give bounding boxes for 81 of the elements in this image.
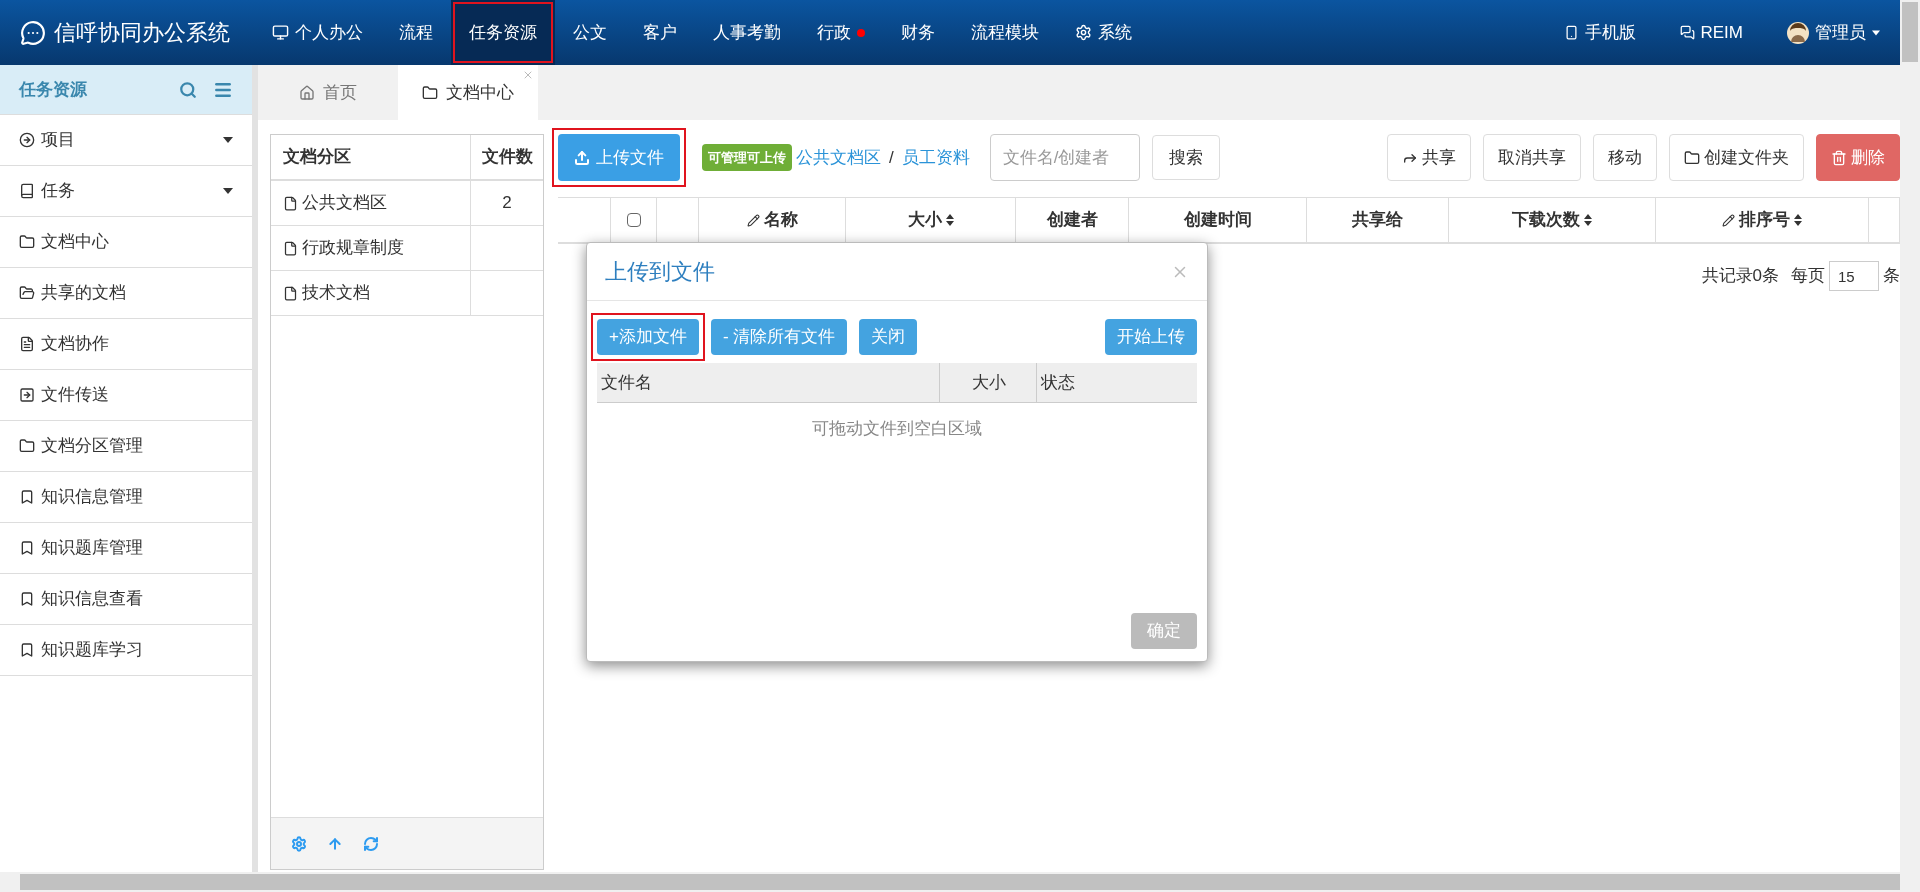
- avatar-icon: [1787, 21, 1809, 44]
- sidebar-title: 任务资源: [19, 78, 88, 101]
- logo-icon: [20, 19, 46, 46]
- search-icon[interactable]: [179, 80, 197, 99]
- column-header[interactable]: 共享给: [1352, 207, 1403, 233]
- arrow-circle-icon: [19, 132, 35, 148]
- nav-tab[interactable]: 系统: [1057, 0, 1150, 65]
- toolbar-button[interactable]: 共享: [1387, 134, 1471, 181]
- search-field[interactable]: 文件名/创建者: [989, 134, 1140, 181]
- nav-tab[interactable]: 人事考勤: [695, 0, 799, 65]
- close-icon[interactable]: [522, 69, 534, 81]
- file-icon: [283, 195, 298, 211]
- permission-badge: 可管理可上传: [702, 143, 792, 172]
- settings-icon: [1075, 24, 1092, 41]
- document-icon: [19, 336, 35, 352]
- folder-open-icon: [19, 285, 35, 301]
- chat-icon: [1679, 25, 1695, 40]
- file-icon: [283, 240, 298, 256]
- nav-tab[interactable]: 客户: [625, 0, 695, 65]
- refresh-icon[interactable]: [363, 835, 379, 852]
- bookmark-icon: [19, 489, 35, 505]
- trash-icon: [1831, 149, 1847, 166]
- book-icon: [19, 183, 35, 199]
- monitor-icon: [272, 24, 289, 41]
- user-menu-item[interactable]: 手机版: [1563, 19, 1636, 46]
- file-icon: [283, 285, 298, 301]
- column-header[interactable]: 创建时间: [1183, 207, 1252, 233]
- vertical-scrollbar[interactable]: [1900, 0, 1920, 872]
- pencil-icon: [1722, 213, 1735, 227]
- nav-tab[interactable]: 流程模块: [953, 0, 1057, 65]
- folder-icon: [19, 234, 35, 250]
- settings-icon[interactable]: [291, 835, 307, 852]
- partition-item[interactable]: 技术文档: [271, 271, 471, 315]
- user-menu-item[interactable]: REIM: [1679, 19, 1743, 46]
- bookmark-icon: [19, 591, 35, 607]
- nav-tab[interactable]: 个人办公: [254, 0, 381, 65]
- dialog-title: 上传到文件: [605, 258, 716, 286]
- partition-item[interactable]: 行政规章制度: [271, 226, 471, 270]
- column-header[interactable]: 名称: [746, 207, 798, 233]
- column-header: 文档分区: [271, 135, 471, 179]
- breadcrumb-separator: /: [888, 146, 895, 169]
- home-icon: [299, 84, 315, 101]
- column-header: 大小: [940, 363, 1037, 402]
- nav-tab[interactable]: 公文: [555, 0, 625, 65]
- record-count: 共记录0条: [1701, 265, 1779, 288]
- column-header: 文件名: [597, 363, 940, 402]
- export-icon: [19, 387, 35, 403]
- checkbox[interactable]: [626, 213, 641, 227]
- page-tab[interactable]: 首页: [258, 65, 398, 120]
- page-size-unit: 条: [1883, 265, 1900, 288]
- upload-icon: [574, 149, 590, 166]
- pencil-icon: [746, 213, 760, 227]
- drop-hint: 可拖动文件到空白区域: [811, 418, 983, 440]
- page-size-label: 每页: [1791, 265, 1825, 288]
- toolbar-button[interactable]: 创建文件夹: [1669, 134, 1804, 181]
- phone-icon: [1563, 25, 1579, 40]
- page-size-field[interactable]: 15: [1829, 261, 1879, 291]
- table-cell-text: 2: [501, 192, 513, 215]
- horizontal-scrollbar[interactable]: [0, 872, 1920, 892]
- nav-tab[interactable]: 行政: [799, 0, 883, 65]
- column-header[interactable]: 创建者: [1046, 207, 1098, 233]
- bookmark-icon: [19, 642, 35, 658]
- search-button[interactable]: 搜索: [1151, 135, 1220, 180]
- column-header[interactable]: 排序号: [1722, 207, 1802, 233]
- folder-icon: [19, 438, 35, 454]
- toolbar-button[interactable]: 取消共享: [1483, 134, 1581, 181]
- partition-item[interactable]: 公共文档区: [271, 181, 471, 225]
- column-header: 状态: [1040, 371, 1076, 394]
- nav-tab[interactable]: 流程: [381, 0, 451, 65]
- column-header[interactable]: 下载次数: [1512, 207, 1592, 233]
- nav-tab[interactable]: 任务资源: [451, 0, 555, 65]
- nav-tab[interactable]: 财务: [883, 0, 953, 65]
- toolbar-button[interactable]: 移动: [1593, 134, 1657, 181]
- column-header[interactable]: 大小: [907, 207, 954, 233]
- app-title: 信呼协同办公系统: [54, 19, 230, 47]
- column-header: 文件数: [480, 146, 534, 169]
- page-tab[interactable]: 文档中心: [398, 65, 538, 120]
- folder-icon: [422, 84, 438, 101]
- user-menu-item[interactable]: 管理员: [1787, 19, 1880, 46]
- bookmark-icon: [19, 540, 35, 556]
- folder-icon: [1684, 149, 1700, 166]
